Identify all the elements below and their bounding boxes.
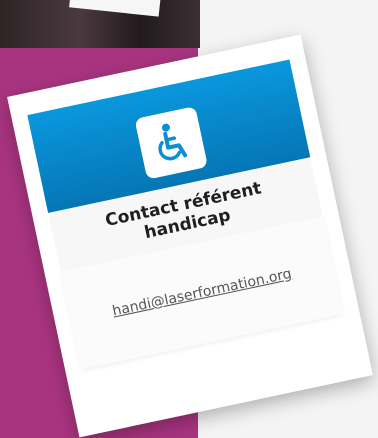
wheelchair-icon	[158, 123, 188, 161]
email-link[interactable]: handi@laserformation.org	[111, 266, 293, 320]
wheelchair-icon-box	[134, 106, 208, 180]
